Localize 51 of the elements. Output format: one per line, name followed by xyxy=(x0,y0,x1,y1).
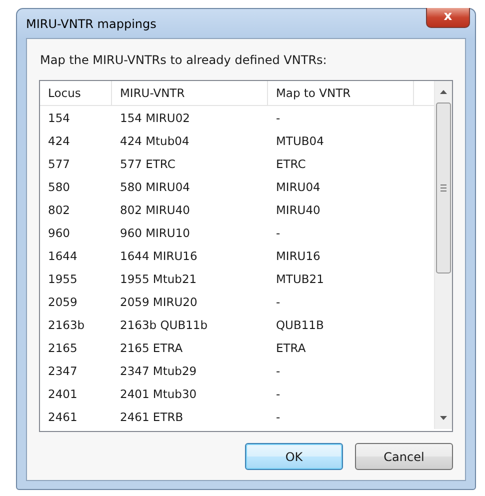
table-cell-text: 577 ETRC xyxy=(119,156,176,172)
scrollbar-drawing[interactable] xyxy=(434,81,452,429)
table-cell-text: - xyxy=(275,386,282,402)
table-cell-text: 2165 ETRA xyxy=(119,340,184,356)
table-cell-text: 2163b QUB11b xyxy=(119,316,209,334)
table-cell-text: 2347 xyxy=(47,362,78,380)
table-cell-text: - xyxy=(275,362,282,380)
table-cell-text: 2401 Mtub30 xyxy=(119,386,198,402)
table-cell-text: 2059 MIRU20 xyxy=(119,294,198,310)
table-cell-text: 802 MIRU40 xyxy=(119,202,191,218)
table-cell-text: 580 MIRU04 xyxy=(119,178,191,196)
column-header[interactable]: Locus xyxy=(40,81,112,105)
table-cell-text: 154 xyxy=(47,110,71,126)
close-button[interactable]: x xyxy=(426,8,470,28)
table-cell-text: 2163b xyxy=(47,316,86,334)
table-cell-text: ETRC xyxy=(275,156,307,172)
table-cell-text: 960 xyxy=(47,224,71,242)
table-cell-text: 2401 xyxy=(47,386,78,402)
table-cell-text: MTUB04 xyxy=(275,132,325,150)
table-cell-text: MIRU16 xyxy=(275,248,322,264)
instruction-text: Map the MIRU-VNTRs to already defined VNTRs: xyxy=(40,53,328,67)
table-cell-text: 802 xyxy=(47,202,71,218)
table-cell-text: 2461 ETRB xyxy=(119,408,184,426)
table-cell-text: 2165 xyxy=(47,340,78,356)
window-title: MIRU-VNTR mappings xyxy=(26,16,156,30)
table-cell-text: 154 MIRU02 xyxy=(119,110,191,126)
table-cell-text: 580 xyxy=(47,178,71,196)
table-cell-text: MTUB21 xyxy=(275,270,325,288)
table-cell-text: - xyxy=(275,110,282,126)
table-cell-text: 424 Mtub04 xyxy=(119,132,190,150)
table-cell-text: QUB11B xyxy=(275,316,325,334)
table-cell-text: 1955 Mtub21 xyxy=(119,270,198,288)
table-cell-text: MIRU40 xyxy=(275,202,322,218)
table-cell-text: 577 xyxy=(47,156,71,172)
cancel-button[interactable]: Cancel xyxy=(355,443,453,470)
table-cell-text: ETRA xyxy=(275,340,307,356)
column-header[interactable]: Map to VNTR xyxy=(268,81,414,105)
ok-button[interactable]: OK xyxy=(245,443,343,470)
table-cell-text: - xyxy=(275,294,282,310)
table-cell-text: 2461 xyxy=(47,408,78,426)
table-cell-text: 2347 Mtub29 xyxy=(119,362,198,380)
table-cell-text: 1644 MIRU16 xyxy=(119,248,198,264)
table-cell-text: - xyxy=(275,408,282,426)
table-cell-text: - xyxy=(275,224,282,242)
column-header[interactable]: MIRU-VNTR xyxy=(112,81,268,105)
table-cell-text: MIRU04 xyxy=(275,178,322,196)
table-cell-text: 1955 xyxy=(47,270,78,288)
table-cell-text: 1644 xyxy=(47,248,78,264)
table-cell-text: 2059 xyxy=(47,294,78,310)
table-cell-text: 424 xyxy=(47,132,71,150)
table-cell-text: 960 MIRU10 xyxy=(119,224,191,242)
